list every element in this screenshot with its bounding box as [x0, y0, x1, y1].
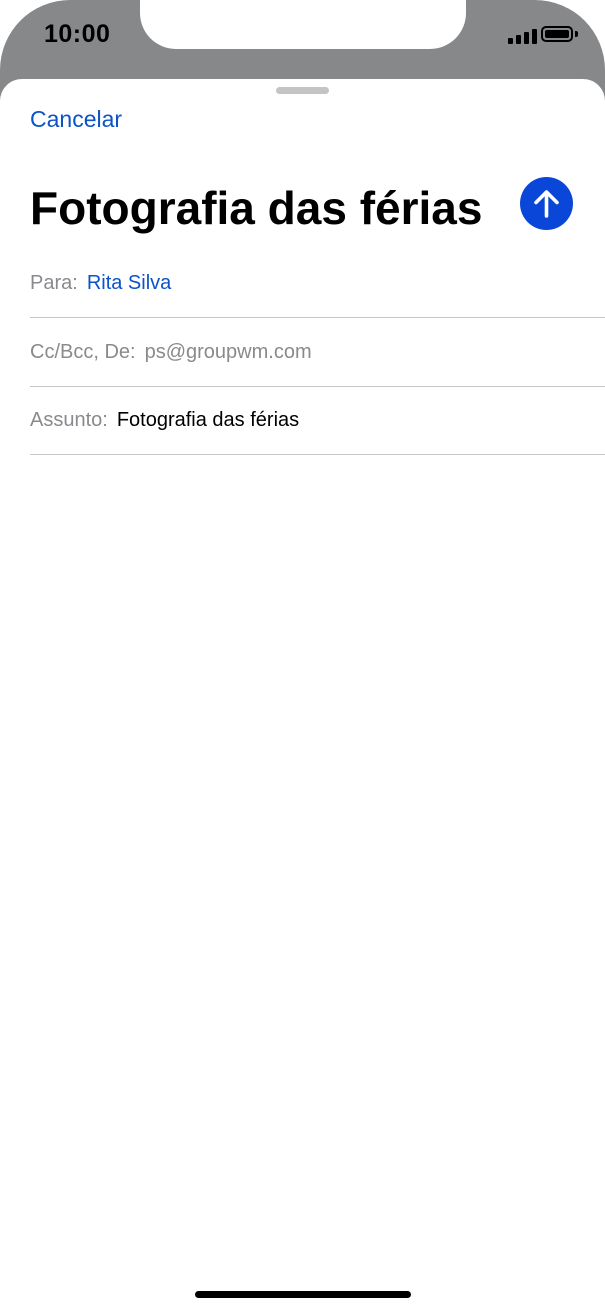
device-notch — [140, 0, 466, 49]
subject-input[interactable]: Fotografia das férias — [117, 409, 299, 432]
compose-title: Fotografia das férias — [30, 182, 483, 234]
cc-bcc-from-label: Cc/Bcc, De: — [30, 341, 136, 363]
status-time: 10:00 — [44, 20, 111, 48]
compose-sheet: Cancelar Fotografia das férias Para: Rit… — [0, 79, 605, 1310]
phone-screen: 10:00 Cancelar Fotografia das férias Par… — [0, 0, 605, 1310]
send-button[interactable] — [520, 177, 573, 230]
cellular-signal-icon — [508, 28, 537, 44]
sheet-grabber[interactable] — [276, 87, 329, 94]
cc-bcc-from-field[interactable]: Cc/Bcc, De: ps@groupwm.com — [30, 319, 605, 387]
recipient-token[interactable]: Rita Silva — [87, 272, 171, 295]
battery-icon — [541, 26, 573, 42]
home-indicator[interactable] — [195, 1291, 411, 1298]
battery-tip — [575, 31, 578, 37]
to-label: Para: — [30, 272, 78, 294]
arrow-up-icon — [534, 190, 559, 218]
subject-label: Assunto: — [30, 409, 108, 431]
subject-field[interactable]: Assunto: Fotografia das férias — [30, 387, 605, 455]
cancel-button[interactable]: Cancelar — [30, 106, 122, 133]
to-field[interactable]: Para: Rita Silva — [30, 250, 605, 318]
from-address: ps@groupwm.com — [144, 341, 312, 363]
